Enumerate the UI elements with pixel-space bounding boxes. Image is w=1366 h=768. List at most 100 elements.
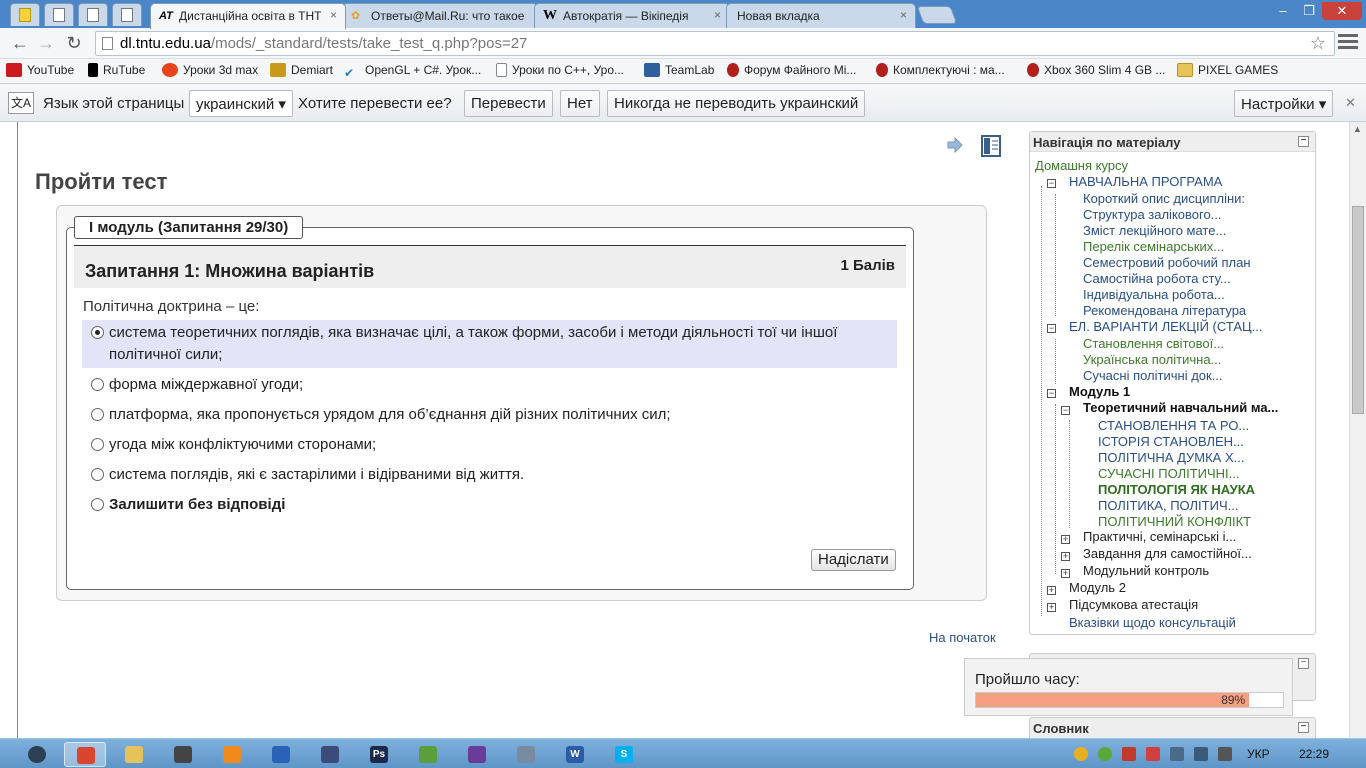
- bookmark-pixel-games[interactable]: PIXEL GAMES: [1177, 63, 1278, 77]
- never-translate-button[interactable]: Никогда не переводить украинский: [607, 90, 866, 117]
- answer-option-1[interactable]: система теоретичних поглядів, яка визнач…: [82, 320, 897, 368]
- radio-button[interactable]: [91, 468, 104, 481]
- answer-option-4[interactable]: угода між конфліктуючими сторонами;: [82, 432, 897, 458]
- bookmark-xbox[interactable]: Xbox 360 Slim 4 GB ...: [1027, 63, 1165, 77]
- next-arrow-icon[interactable]: [946, 136, 964, 158]
- reload-button[interactable]: ↻: [62, 32, 86, 54]
- tab-new[interactable]: Новая вкладка ×: [726, 3, 916, 28]
- bookmark-rutube[interactable]: RuTube: [88, 63, 145, 77]
- close-tab-icon[interactable]: ×: [330, 8, 337, 22]
- network-icon[interactable]: [1146, 747, 1160, 761]
- page-scrollbar[interactable]: ▲: [1349, 122, 1366, 738]
- collapse-icon[interactable]: −: [1047, 389, 1056, 398]
- close-tab-icon[interactable]: ×: [900, 8, 907, 22]
- taskbar-movie-maker[interactable]: [162, 742, 204, 767]
- new-tab-button[interactable]: [916, 6, 958, 24]
- bookmark-opengl[interactable]: ✔ OpenGL + C#. Урок...: [344, 63, 481, 80]
- nav-item[interactable]: Модульний контроль: [1083, 563, 1209, 578]
- chrome-menu-icon[interactable]: [1338, 34, 1358, 52]
- taskbar-calculator[interactable]: [505, 742, 547, 767]
- layout-toggle-icon[interactable]: [981, 135, 1001, 162]
- nav-item[interactable]: Становлення світової...: [1083, 336, 1224, 351]
- address-bar[interactable]: dl.tntu.edu.ua/mods/_standard/tests/take…: [95, 31, 1335, 56]
- taskbar-media-player[interactable]: [211, 742, 253, 767]
- restore-button[interactable]: ❐: [1296, 2, 1322, 20]
- no-button[interactable]: Нет: [560, 90, 600, 117]
- nav-item[interactable]: Практичні, семінарські і...: [1083, 529, 1236, 544]
- taskbar-explorer[interactable]: [113, 742, 155, 767]
- tab-mailru[interactable]: ✿ Ответы@Mail.Ru: что такое: [342, 3, 538, 28]
- nav-item[interactable]: Структура залікового...: [1083, 207, 1222, 222]
- radio-button[interactable]: [91, 438, 104, 451]
- nav-item[interactable]: Зміст лекційного мате...: [1083, 223, 1226, 238]
- radio-button[interactable]: [91, 498, 104, 511]
- scrollbar-thumb[interactable]: [1352, 206, 1364, 414]
- forward-button[interactable]: →: [34, 32, 58, 54]
- submit-button[interactable]: Надіслати: [811, 549, 896, 571]
- collapse-icon[interactable]: −: [1061, 406, 1070, 415]
- taskbar-visual-studio[interactable]: [260, 742, 302, 767]
- input-language[interactable]: УКР: [1247, 747, 1270, 761]
- minimize-button[interactable]: –: [1270, 2, 1296, 20]
- bookmark-teamlab[interactable]: TeamLab: [644, 63, 714, 77]
- nav-item[interactable]: СУЧАСНІ ПОЛІТИЧНІ...: [1098, 466, 1240, 481]
- collapse-icon[interactable]: −: [1047, 179, 1056, 188]
- battery-icon[interactable]: [1170, 747, 1184, 761]
- back-to-top-link[interactable]: На початок: [929, 630, 996, 645]
- nav-item[interactable]: Короткий опис дисципліни:: [1083, 191, 1245, 206]
- nav-item[interactable]: Підсумкова атестація: [1069, 597, 1198, 612]
- nav-item[interactable]: Самостійна робота сту...: [1083, 271, 1231, 286]
- answer-option-2[interactable]: форма міждержавної угоди;: [82, 372, 897, 398]
- tray-app-icon[interactable]: [1074, 747, 1088, 761]
- collapse-icon[interactable]: −: [1047, 324, 1056, 333]
- nav-item[interactable]: Українська політична...: [1083, 352, 1221, 367]
- volume-icon[interactable]: [1122, 747, 1136, 761]
- nav-item[interactable]: ПОЛІТИЧНА ДУМКА Х...: [1098, 450, 1244, 465]
- back-button[interactable]: ←: [8, 32, 32, 54]
- expand-icon[interactable]: +: [1061, 569, 1070, 578]
- answer-option-3[interactable]: платформа, яка пропонується урядом для о…: [82, 402, 897, 428]
- collapse-block-icon[interactable]: −: [1298, 658, 1309, 669]
- bookmark-components[interactable]: Комплектуючі : ма...: [876, 63, 1005, 77]
- taskbar-app-green[interactable]: [407, 742, 449, 767]
- nav-item[interactable]: Індивідуальна робота...: [1083, 287, 1225, 302]
- bookmark-star-icon[interactable]: ☆: [1310, 33, 1326, 54]
- translate-button[interactable]: Перевести: [464, 90, 553, 117]
- tab-dl-tntu[interactable]: AT Дистанційна освіта в ТНТ ×: [150, 3, 346, 29]
- taskbar-app-infinity[interactable]: [309, 742, 351, 767]
- nav-item[interactable]: ПОЛІТИЧНИЙ КОНФЛІКТ: [1098, 514, 1251, 529]
- pinned-tab-4[interactable]: [112, 3, 142, 26]
- radio-button[interactable]: [91, 326, 104, 339]
- pinned-tab-2[interactable]: [44, 3, 74, 26]
- bookmark-3dmax[interactable]: Уроки 3d max: [162, 63, 258, 77]
- scroll-up-icon[interactable]: ▲: [1353, 124, 1362, 134]
- close-tab-icon[interactable]: ×: [714, 8, 721, 22]
- taskbar-photoshop[interactable]: Ps: [358, 742, 400, 767]
- taskbar-app-purple[interactable]: [456, 742, 498, 767]
- nav-item-current[interactable]: ПОЛІТОЛОГІЯ ЯК НАУКА: [1098, 482, 1255, 497]
- nav-item-home[interactable]: Домашня курсу: [1035, 158, 1128, 173]
- nav-item[interactable]: Рекомендована література: [1083, 303, 1246, 318]
- pinned-tab-3[interactable]: [78, 3, 108, 26]
- nav-item[interactable]: НАВЧАЛЬНА ПРОГРАМА: [1069, 174, 1222, 189]
- clock[interactable]: 22:29: [1299, 747, 1329, 761]
- start-button[interactable]: [18, 742, 56, 767]
- bookmark-demiart[interactable]: Demiart: [270, 63, 333, 77]
- answer-option-leave-blank[interactable]: Залишити без відповіді: [82, 492, 897, 518]
- nav-item[interactable]: ПОЛІТИКА, ПОЛІТИЧ...: [1098, 498, 1238, 513]
- nav-item[interactable]: ЕЛ. ВАРІАНТИ ЛЕКЦІЙ (СТАЦ...: [1069, 319, 1262, 334]
- expand-icon[interactable]: +: [1047, 586, 1056, 595]
- nav-item-module-2[interactable]: Модуль 2: [1069, 580, 1126, 595]
- tray-flag-icon[interactable]: [1218, 747, 1232, 761]
- tray-app-icon[interactable]: [1098, 747, 1112, 761]
- nav-item[interactable]: Теоретичний навчальний ма...: [1083, 400, 1278, 415]
- nav-item[interactable]: Семестровий робочий план: [1083, 255, 1251, 270]
- radio-button[interactable]: [91, 378, 104, 391]
- expand-icon[interactable]: +: [1047, 603, 1056, 612]
- expand-icon[interactable]: +: [1061, 552, 1070, 561]
- answer-option-5[interactable]: система поглядів, які є застарілими і ві…: [82, 462, 897, 488]
- expand-icon[interactable]: +: [1061, 535, 1070, 544]
- close-window-button[interactable]: ✕: [1322, 2, 1362, 20]
- bookmark-forum[interactable]: Форум Файного Мі...: [727, 63, 856, 77]
- taskbar-chrome[interactable]: [64, 742, 106, 767]
